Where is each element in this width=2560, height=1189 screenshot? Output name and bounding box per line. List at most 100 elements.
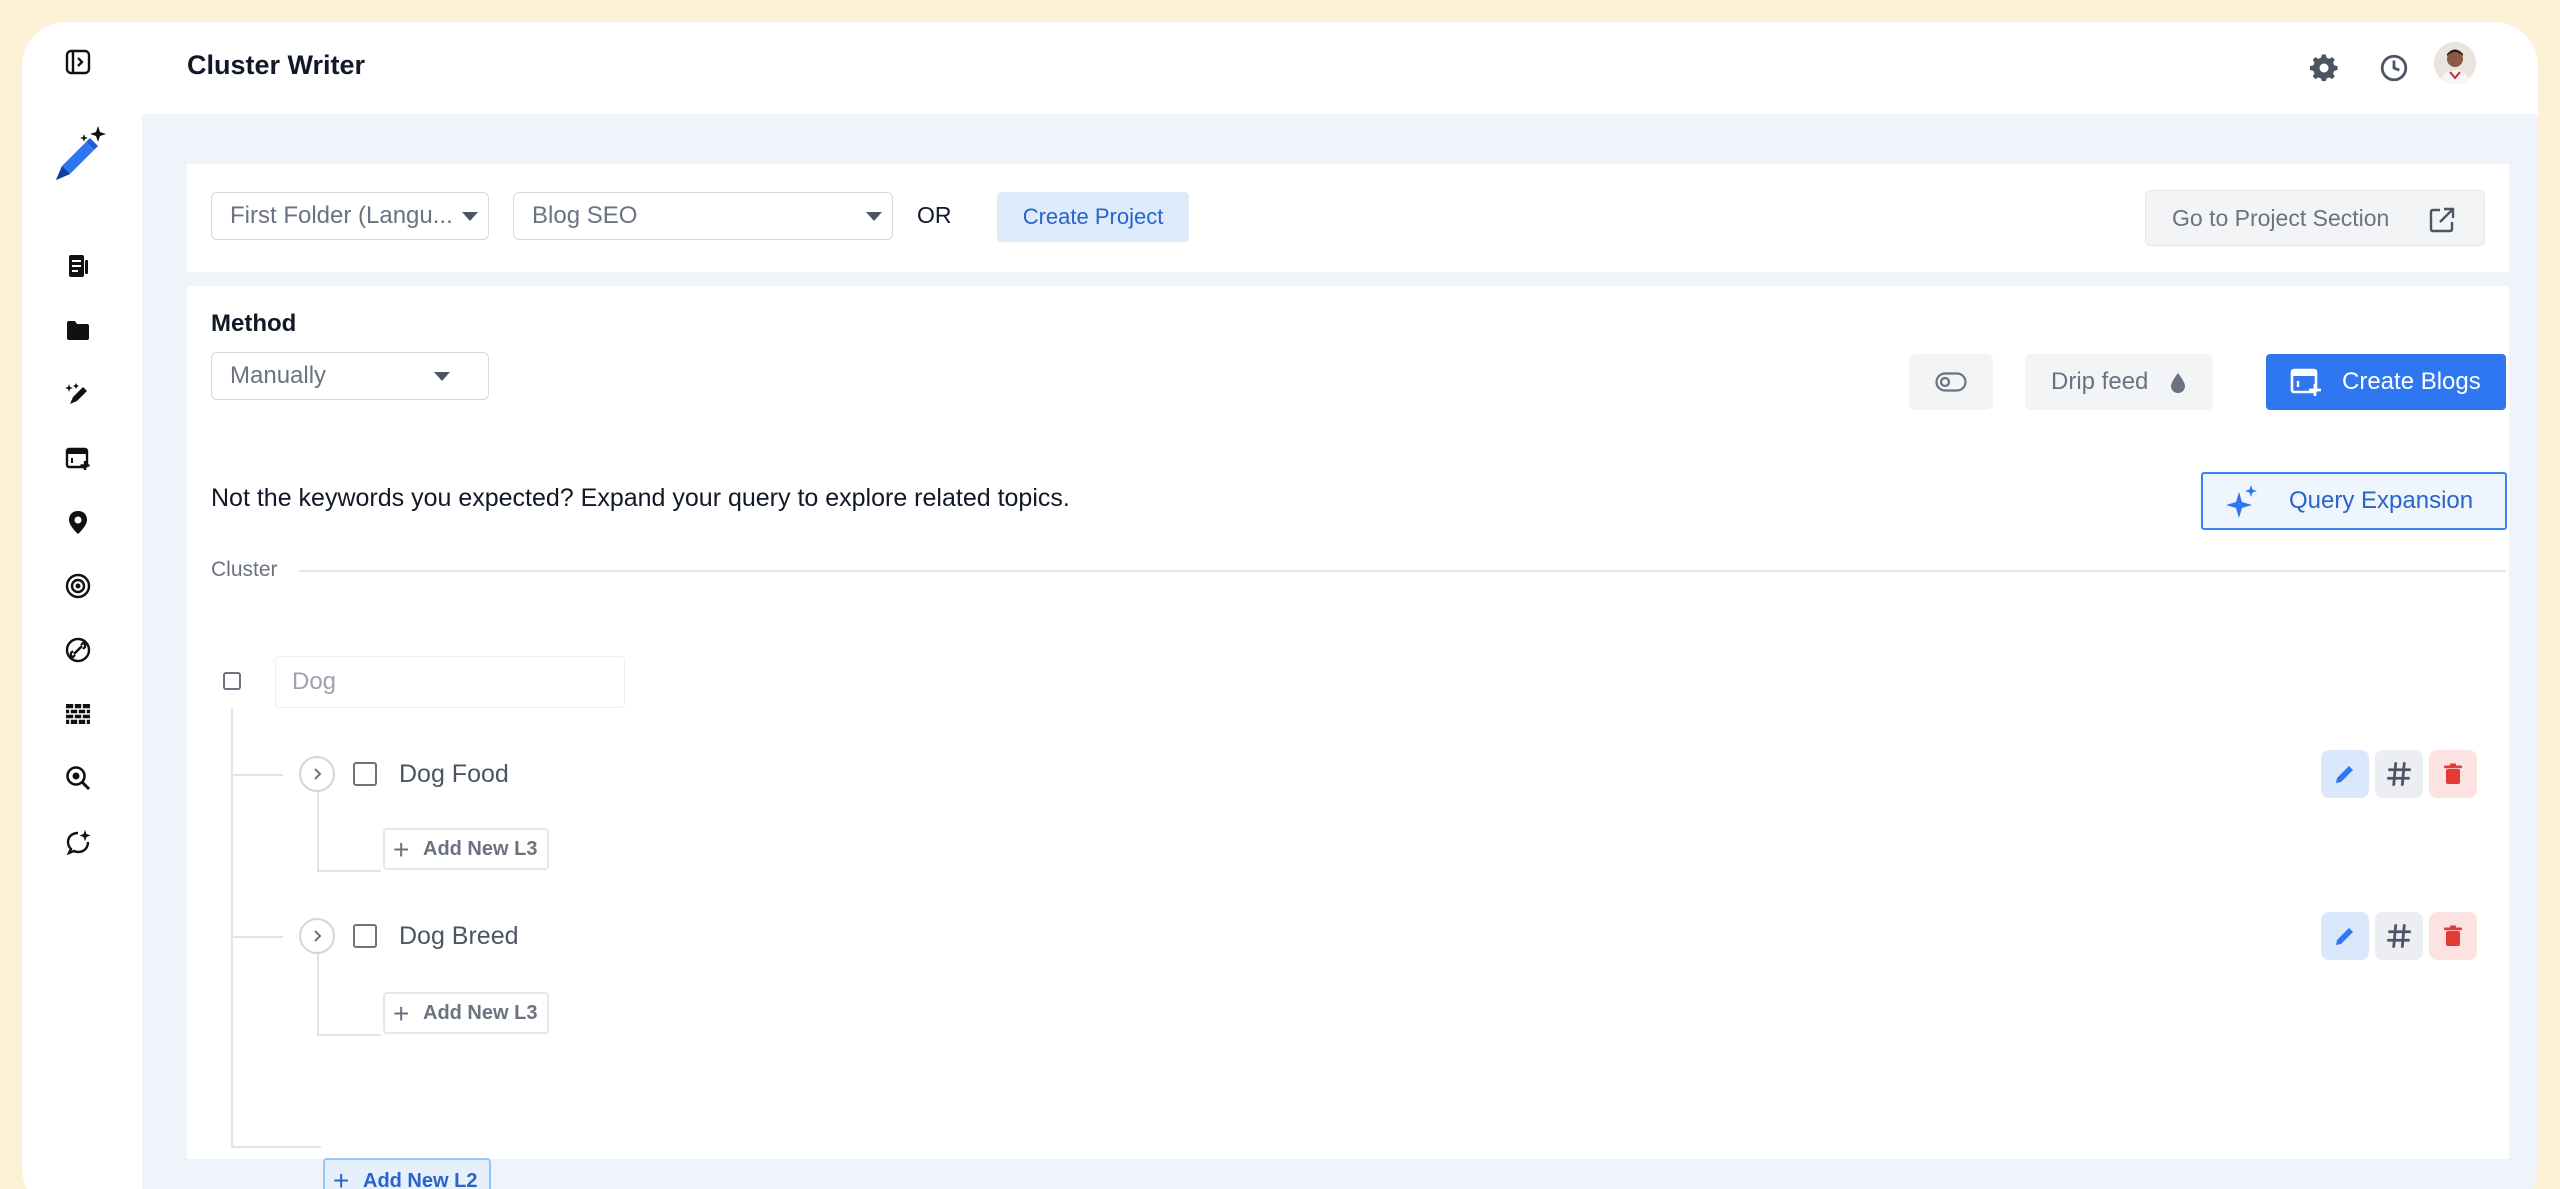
droplet-icon	[2171, 373, 2185, 393]
sidebar-expand-icon	[65, 49, 91, 75]
pencil-icon	[2336, 928, 2353, 945]
tree-connector	[317, 1034, 381, 1036]
delete-button[interactable]	[2429, 750, 2477, 798]
plus-icon: +	[333, 1165, 350, 1189]
sidebar-item-target[interactable]	[60, 568, 96, 604]
add-l3-button[interactable]: + Add New L3	[383, 992, 549, 1034]
node-checkbox[interactable]	[353, 924, 377, 948]
tree-connector	[231, 936, 283, 938]
cluster-section-label: Cluster	[211, 558, 278, 581]
avatar-icon	[2434, 42, 2476, 84]
add-l3-button[interactable]: + Add New L3	[383, 828, 549, 870]
toggle-icon	[1935, 372, 1967, 392]
method-select-value: Manually	[230, 362, 327, 389]
plus-icon: +	[393, 998, 410, 1029]
main-content: First Folder (Langu... Blog SEO OR Creat…	[142, 114, 2538, 1189]
drip-feed-label: Drip feed	[2051, 368, 2149, 395]
or-separator: OR	[917, 202, 952, 228]
hashtag-button[interactable]	[2375, 912, 2423, 960]
trash-icon	[2444, 925, 2462, 946]
add-l3-label: Add New L3	[423, 837, 538, 860]
folder-select-value: First Folder (Langu...	[230, 202, 453, 229]
edit-button[interactable]	[2321, 912, 2369, 960]
node-label: Dog Food	[399, 760, 509, 788]
sidebar-item-ai-chat[interactable]	[60, 824, 96, 860]
tree-connector	[317, 870, 381, 872]
create-blogs-button[interactable]: Create Blogs	[2266, 354, 2506, 410]
trash-icon	[2444, 763, 2462, 784]
sparkles-icon	[2226, 485, 2257, 518]
expand-button[interactable]	[299, 756, 335, 792]
link-icon	[65, 637, 91, 663]
magic-pen-logo-icon	[56, 126, 106, 180]
root-keyword-input[interactable]: Dog	[275, 656, 625, 708]
page-title: Cluster Writer	[187, 50, 366, 80]
search-zoom-icon	[66, 766, 91, 791]
sidebar-item-documents[interactable]	[60, 248, 96, 284]
app-logo	[50, 122, 106, 188]
view-toggle-button[interactable]	[1909, 354, 1993, 410]
top-header: Cluster Writer	[142, 22, 2538, 114]
caret-down-icon	[434, 372, 450, 381]
tree-connector	[317, 954, 319, 1036]
method-label: Method	[211, 310, 297, 337]
folder-icon	[67, 321, 89, 340]
query-hint-text: Not the keywords you expected? Expand yo…	[211, 484, 1070, 512]
add-l2-button[interactable]: + Add New L2	[323, 1158, 491, 1189]
app-window: Cluster Writer First Folder (Langu... Bl…	[22, 22, 2538, 1189]
project-select-value: Blog SEO	[532, 202, 638, 229]
hash-icon	[2387, 924, 2411, 948]
location-pin-icon	[69, 511, 87, 534]
plus-icon: +	[393, 834, 410, 865]
sidebar-item-calendar[interactable]	[60, 440, 96, 476]
settings-button[interactable]	[2304, 48, 2344, 88]
sidebar-item-bricks[interactable]	[60, 696, 96, 732]
delete-button[interactable]	[2429, 912, 2477, 960]
caret-down-icon	[462, 212, 478, 221]
expand-button[interactable]	[299, 918, 335, 954]
create-blogs-label: Create Blogs	[2342, 368, 2481, 395]
gear-icon	[2309, 54, 2338, 82]
divider	[299, 570, 2506, 572]
tree-connector	[317, 792, 319, 872]
hash-icon	[2387, 762, 2411, 786]
sidebar	[22, 22, 142, 1189]
sidebar-toggle-button[interactable]	[60, 44, 96, 80]
project-select[interactable]: Blog SEO	[513, 192, 893, 240]
drip-feed-button[interactable]: Drip feed	[2025, 354, 2213, 410]
hashtag-button[interactable]	[2375, 750, 2423, 798]
query-expansion-label: Query Expansion	[2289, 487, 2474, 514]
add-l3-label: Add New L3	[423, 1001, 538, 1024]
sparkle-chat-icon	[66, 830, 91, 856]
add-l2-label: Add New L2	[363, 1169, 478, 1189]
method-select[interactable]: Manually	[211, 352, 489, 400]
go-to-project-label: Go to Project Section	[2172, 204, 2390, 231]
sidebar-item-folders[interactable]	[60, 312, 96, 348]
target-icon	[65, 573, 91, 599]
go-to-project-button[interactable]: Go to Project Section	[2145, 190, 2485, 246]
sidebar-item-links[interactable]	[60, 632, 96, 668]
pencil-icon	[2336, 766, 2353, 783]
sidebar-item-ai-writer[interactable]	[60, 376, 96, 412]
chevron-right-icon	[314, 930, 322, 942]
sidebar-item-local[interactable]	[60, 504, 96, 540]
folder-select[interactable]: First Folder (Langu...	[211, 192, 489, 240]
history-button[interactable]	[2374, 48, 2414, 88]
sidebar-item-search[interactable]	[60, 760, 96, 796]
external-link-icon	[2429, 207, 2455, 233]
tree-connector	[231, 774, 283, 776]
root-checkbox[interactable]	[223, 672, 241, 690]
calendar-add-icon	[65, 447, 90, 470]
project-toolbar: First Folder (Langu... Blog SEO OR Creat…	[187, 164, 2509, 272]
caret-down-icon	[866, 212, 882, 221]
edit-button[interactable]	[2321, 750, 2369, 798]
tree-connector	[231, 1146, 321, 1148]
user-avatar[interactable]	[2434, 42, 2476, 84]
calendar-add-icon	[2290, 368, 2321, 396]
chevron-right-icon	[314, 768, 322, 780]
create-project-button[interactable]: Create Project	[997, 192, 1189, 242]
magic-pen-icon	[65, 383, 87, 404]
document-icon	[69, 255, 88, 277]
query-expansion-button[interactable]: Query Expansion	[2201, 472, 2507, 530]
node-checkbox[interactable]	[353, 762, 377, 786]
